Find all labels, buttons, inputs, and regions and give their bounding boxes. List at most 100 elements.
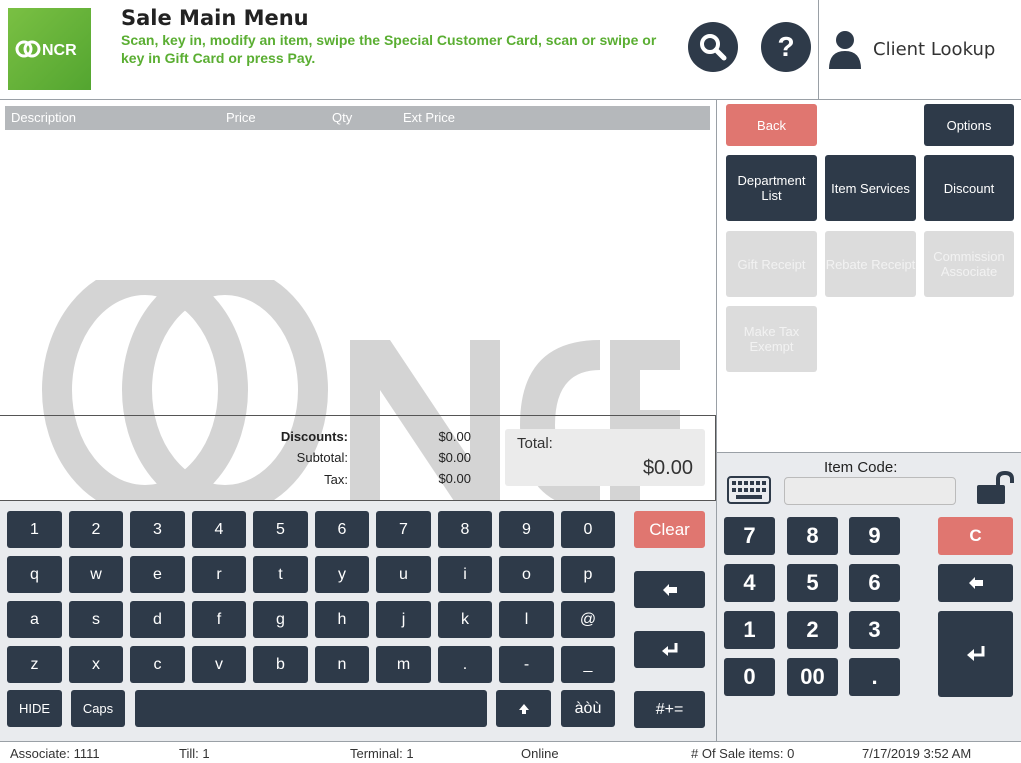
key-s[interactable]: s (69, 601, 123, 638)
key-m[interactable]: m (376, 646, 431, 683)
key-q[interactable]: q (7, 556, 62, 593)
discount-button[interactable]: Discount (924, 155, 1014, 221)
key-dash[interactable]: - (499, 646, 554, 683)
space-bar[interactable] (135, 690, 487, 727)
caps-key[interactable]: Caps (71, 690, 125, 727)
numpad-key-1[interactable]: 1 (724, 611, 775, 649)
item-code-label: Item Code: (824, 459, 898, 476)
make-tax-exempt-button[interactable]: Make Tax Exempt (726, 306, 817, 372)
key-b[interactable]: b (253, 646, 308, 683)
key-9[interactable]: 9 (499, 511, 554, 548)
status-bar: Associate: 1111 Till: 1 Terminal: 1 Onli… (0, 741, 1021, 763)
key-x[interactable]: x (69, 646, 123, 683)
help-button[interactable]: ? (761, 22, 811, 72)
search-button[interactable] (688, 22, 738, 72)
ncr-logo: NCR (8, 8, 91, 90)
arrow-left-icon (662, 583, 677, 596)
unlock-icon[interactable] (975, 471, 1015, 505)
clear-button[interactable]: Clear (634, 511, 705, 548)
key-z[interactable]: z (7, 646, 62, 683)
commission-associate-button[interactable]: Commission Associate (924, 231, 1014, 297)
arrow-up-icon (518, 703, 529, 714)
numpad-key-decimal[interactable]: . (849, 658, 900, 696)
column-ext-price: Ext Price (403, 110, 456, 125)
rebate-receipt-button[interactable]: Rebate Receipt (825, 231, 916, 297)
key-1[interactable]: 1 (7, 511, 62, 548)
key-4[interactable]: 4 (192, 511, 246, 548)
key-7[interactable]: 7 (376, 511, 431, 548)
numpad-key-4[interactable]: 4 (724, 564, 775, 602)
key-n[interactable]: n (315, 646, 369, 683)
sale-items-count: # Of Sale items: 0 (691, 746, 795, 761)
key-t[interactable]: t (253, 556, 308, 593)
enter-icon (661, 642, 677, 656)
numpad-key-8[interactable]: 8 (787, 517, 838, 555)
key-o[interactable]: o (499, 556, 554, 593)
key-v[interactable]: v (192, 646, 246, 683)
enter-icon (966, 646, 984, 661)
numpad-key-7[interactable]: 7 (724, 517, 775, 555)
key-5[interactable]: 5 (253, 511, 308, 548)
key-0[interactable]: 0 (561, 511, 615, 548)
key-w[interactable]: w (69, 556, 123, 593)
numpad-key-6[interactable]: 6 (849, 564, 900, 602)
numpad-key-9[interactable]: 9 (849, 517, 900, 555)
key-underscore[interactable]: _ (561, 646, 615, 683)
key-h[interactable]: h (315, 601, 369, 638)
arrow-left-icon (968, 577, 983, 589)
numpad-key-3[interactable]: 3 (849, 611, 900, 649)
key-2[interactable]: 2 (69, 511, 123, 548)
key-3[interactable]: 3 (130, 511, 185, 548)
discounts-label: Discounts: (280, 429, 348, 444)
key-c[interactable]: c (130, 646, 185, 683)
key-8[interactable]: 8 (438, 511, 492, 548)
backspace-key[interactable] (634, 571, 705, 608)
department-list-button[interactable]: Department List (726, 155, 817, 221)
gift-receipt-button[interactable]: Gift Receipt (726, 231, 817, 297)
numpad-enter-button[interactable] (938, 611, 1013, 697)
enter-key[interactable] (634, 631, 705, 668)
options-button[interactable]: Options (924, 104, 1014, 146)
item-code-input[interactable] (784, 477, 956, 505)
hide-keyboard-button[interactable]: HIDE (7, 690, 62, 727)
numpad-key-0[interactable]: 0 (724, 658, 775, 696)
key-i[interactable]: i (438, 556, 492, 593)
numpad-backspace-button[interactable] (938, 564, 1013, 602)
key-6[interactable]: 6 (315, 511, 369, 548)
key-l[interactable]: l (499, 601, 554, 638)
keyboard-icon[interactable] (727, 476, 771, 504)
connection-status: Online (521, 746, 559, 761)
numpad-key-2[interactable]: 2 (787, 611, 838, 649)
key-d[interactable]: d (130, 601, 185, 638)
key-e[interactable]: e (130, 556, 185, 593)
numpad-clear-button[interactable]: C (938, 517, 1013, 555)
numpad-key-00[interactable]: 00 (787, 658, 838, 696)
key-u[interactable]: u (376, 556, 431, 593)
key-p[interactable]: p (561, 556, 615, 593)
item-services-button[interactable]: Item Services (825, 155, 916, 221)
key-g[interactable]: g (253, 601, 308, 638)
key-j[interactable]: j (376, 601, 431, 638)
key-period[interactable]: . (438, 646, 492, 683)
back-button[interactable]: Back (726, 104, 817, 146)
svg-text:NCR: NCR (42, 42, 77, 59)
person-icon (829, 30, 861, 69)
numpad-key-5[interactable]: 5 (787, 564, 838, 602)
key-a[interactable]: a (7, 601, 62, 638)
key-r[interactable]: r (192, 556, 246, 593)
on-screen-keyboard: 1 2 3 4 5 6 7 8 9 0 q w e r t y u i o p … (0, 500, 716, 741)
total-box: Total: $0.00 (505, 429, 705, 486)
key-y[interactable]: y (315, 556, 369, 593)
key-at[interactable]: @ (561, 601, 615, 638)
accents-key[interactable]: àòù (561, 690, 615, 727)
key-k[interactable]: k (438, 601, 492, 638)
datetime-status: 7/17/2019 3:52 AM (862, 746, 972, 761)
symbols-key[interactable]: #+= (634, 691, 705, 728)
search-icon (700, 34, 727, 61)
key-f[interactable]: f (192, 601, 246, 638)
till-status: Till: 1 (179, 746, 210, 761)
client-lookup-button[interactable]: Client Lookup (818, 0, 1021, 99)
shift-key[interactable] (496, 690, 551, 727)
page-instructions: Scan, key in, modify an item, swipe the … (121, 32, 657, 66)
header: NCR Sale Main Menu Scan, key in, modify … (0, 0, 1021, 100)
